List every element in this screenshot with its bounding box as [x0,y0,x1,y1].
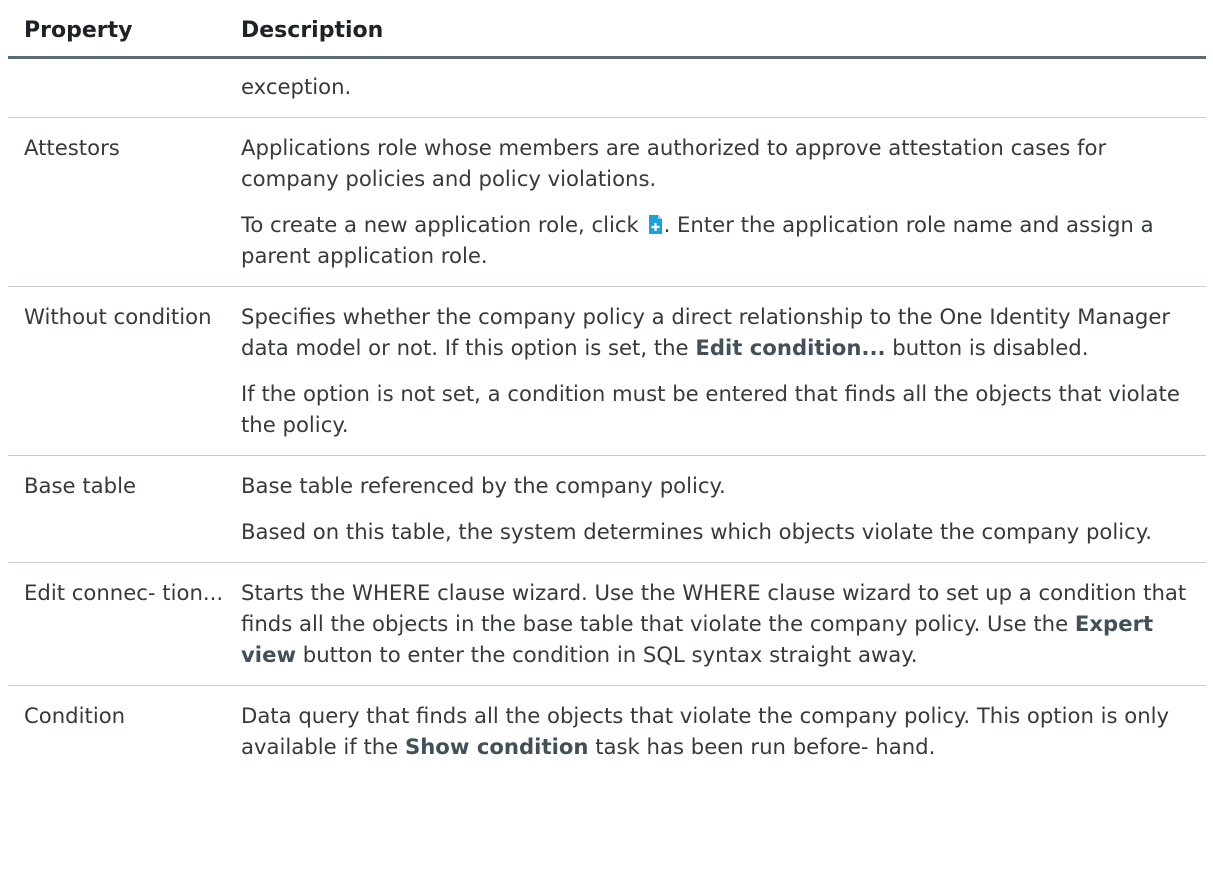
table-row: Edit connec- tion... Starts the WHERE cl… [8,563,1206,686]
description-paragraph: exception. [241,74,352,99]
table-row: Condition Data query that finds all the … [8,686,1206,777]
description-cell: Specifies whether the company policy a d… [241,287,1206,455]
property-table: Property Description exception. Attestor… [8,0,1206,777]
description-paragraph: To create a new application role, click … [241,194,1198,271]
table-row: Without condition Specifies whether the … [8,287,1206,456]
property-cell: Condition [24,703,126,728]
description-paragraph: Starts the WHERE clause wizard. Use the … [241,563,1198,670]
text-span: Starts the WHERE clause wizard. Use the … [241,580,1187,636]
bold-term: Show condition [404,734,589,759]
text-span: task has been run before- hand. [588,734,936,759]
table-row: exception. [8,59,1206,118]
description-cell: Starts the WHERE clause wizard. Use the … [241,563,1206,685]
property-cell [8,59,241,117]
header-description: Description [241,18,384,43]
description-cell: exception. [241,59,1206,117]
description-paragraph: Data query that finds all the objects th… [241,686,1198,762]
description-paragraph: Specifies whether the company policy a d… [241,287,1198,363]
add-new-icon [648,214,663,235]
table-header: Property Description [8,0,1206,59]
header-property: Property [24,18,133,43]
bold-term: Edit condition... [695,335,886,360]
description-paragraph: Applications role whose members are auth… [241,135,1107,191]
property-cell: Edit connec- tion... [24,580,224,605]
property-cell: Without condition [24,304,212,329]
table-row: Attestors Applications role whose member… [8,118,1206,287]
description-cell: Applications role whose members are auth… [241,118,1206,286]
description-cell: Base table referenced by the company pol… [241,456,1206,562]
property-cell: Attestors [24,135,120,160]
table-row: Base table Base table referenced by the … [8,456,1206,563]
property-cell: Base table [24,473,136,498]
text-span: button to enter the condition in SQL syn… [296,642,918,667]
description-cell: Data query that finds all the objects th… [241,686,1206,777]
text-span: To create a new application role, click [241,212,646,237]
text-span: button is disabled. [885,335,1089,360]
description-paragraph: If the option is not set, a condition mu… [241,381,1180,437]
description-paragraph: Based on this table, the system determin… [241,519,1153,544]
description-paragraph: Base table referenced by the company pol… [241,473,726,498]
